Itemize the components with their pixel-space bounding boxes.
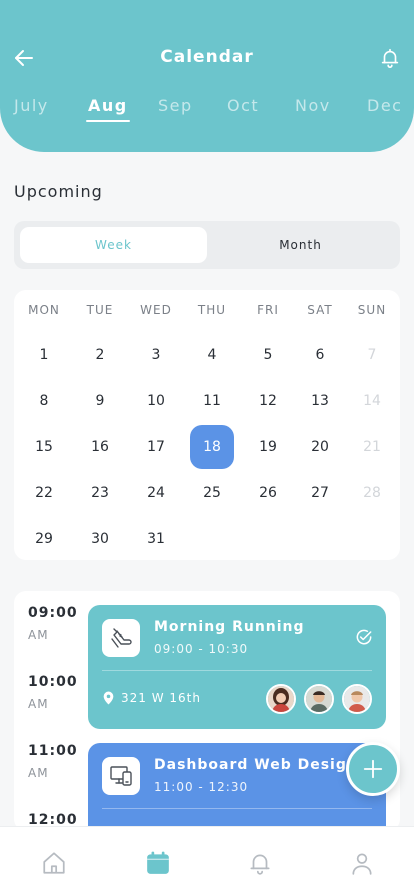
section-title: Upcoming bbox=[14, 182, 103, 201]
calendar-day[interactable]: 25 bbox=[190, 471, 234, 515]
event-title: Morning Running bbox=[154, 619, 305, 635]
profile-icon bbox=[352, 853, 372, 875]
bottom-nav bbox=[0, 826, 414, 896]
calendar-day[interactable]: 16 bbox=[78, 425, 122, 469]
event-card[interactable]: Morning Running 09:00 - 10:30 321 W 16th bbox=[88, 605, 386, 729]
check-circle-icon bbox=[356, 629, 372, 645]
event-location: 321 W 16th bbox=[102, 691, 201, 705]
event-icon-box bbox=[102, 619, 140, 657]
calendar-day[interactable]: 23 bbox=[78, 471, 122, 515]
event-card[interactable]: Dashboard Web Design 11:00 - 12:30 bbox=[88, 743, 386, 831]
time-label: 11:00 bbox=[28, 743, 78, 759]
calendar-day[interactable]: 31 bbox=[134, 517, 178, 561]
agenda: 09:00 AM 10:00 AM 11:00 AM 12:00 Morning… bbox=[14, 591, 400, 831]
add-event-button[interactable] bbox=[346, 742, 400, 796]
avatar[interactable] bbox=[266, 684, 296, 714]
calendar-day[interactable]: 13 bbox=[298, 379, 342, 423]
calendar-day[interactable]: 28 bbox=[350, 471, 394, 515]
devices-icon bbox=[110, 766, 132, 786]
nav-notifications[interactable] bbox=[244, 847, 276, 879]
nav-calendar[interactable] bbox=[142, 847, 174, 879]
calendar-day[interactable]: 17 bbox=[134, 425, 178, 469]
calendar-day[interactable]: 30 bbox=[78, 517, 122, 561]
notifications-button[interactable] bbox=[376, 44, 404, 72]
weekday-label: THU bbox=[197, 303, 227, 317]
bell-icon bbox=[250, 854, 270, 875]
calendar-day[interactable]: 6 bbox=[298, 333, 342, 377]
complete-button[interactable] bbox=[354, 627, 374, 651]
weekday-label: SAT bbox=[307, 303, 333, 317]
view-toggle: Week Month bbox=[14, 221, 400, 269]
tab-sep[interactable]: Sep bbox=[158, 96, 193, 115]
page-title: Calendar bbox=[160, 47, 254, 67]
event-icon-box bbox=[102, 757, 140, 795]
time-label: 10:00 bbox=[28, 674, 78, 690]
month-toggle-button[interactable]: Month bbox=[207, 227, 394, 263]
attendees bbox=[266, 684, 372, 714]
time-period: AM bbox=[28, 766, 49, 780]
weekday-label: FRI bbox=[257, 303, 279, 317]
calendar-day[interactable]: 18 bbox=[190, 425, 234, 469]
time-label: 09:00 bbox=[28, 605, 78, 621]
weekday-label: SUN bbox=[357, 303, 387, 317]
location-text: 321 W 16th bbox=[121, 691, 201, 705]
tab-nov[interactable]: Nov bbox=[295, 96, 331, 115]
home-icon bbox=[43, 852, 65, 874]
calendar-day[interactable]: 5 bbox=[246, 333, 290, 377]
calendar-icon bbox=[147, 851, 169, 874]
calendar-day[interactable]: 15 bbox=[22, 425, 66, 469]
weekday-label: WED bbox=[140, 303, 172, 317]
calendar-day[interactable]: 9 bbox=[78, 379, 122, 423]
tab-july[interactable]: July bbox=[14, 96, 49, 115]
calendar-day[interactable]: 26 bbox=[246, 471, 290, 515]
event-time: 11:00 - 12:30 bbox=[154, 780, 249, 794]
avatar[interactable] bbox=[342, 684, 372, 714]
tab-oct[interactable]: Oct bbox=[227, 96, 259, 115]
nav-profile[interactable] bbox=[346, 847, 378, 879]
calendar-day[interactable]: 1 bbox=[22, 333, 66, 377]
calendar-grid: MON TUE WED THU FRI SAT SUN 1 2 3 4 5 6 7 8 9 10 11 12 13 14… bbox=[14, 290, 400, 560]
calendar-day[interactable]: 12 bbox=[246, 379, 290, 423]
calendar-day[interactable]: 7 bbox=[350, 333, 394, 377]
tab-aug[interactable]: Aug bbox=[86, 96, 130, 122]
calendar-day[interactable]: 10 bbox=[134, 379, 178, 423]
location-pin-icon bbox=[103, 691, 114, 705]
calendar-day[interactable]: 27 bbox=[298, 471, 342, 515]
calendar-day[interactable]: 29 bbox=[22, 517, 66, 561]
calendar-day[interactable]: 2 bbox=[78, 333, 122, 377]
header: Calendar July Aug Sep Oct Nov Dec bbox=[0, 0, 414, 152]
avatar[interactable] bbox=[304, 684, 334, 714]
nav-home[interactable] bbox=[38, 847, 70, 879]
calendar-day[interactable]: 14 bbox=[350, 379, 394, 423]
bell-icon bbox=[381, 48, 399, 68]
running-shoe-icon bbox=[111, 628, 132, 648]
calendar-day[interactable]: 22 bbox=[22, 471, 66, 515]
calendar-day[interactable]: 24 bbox=[134, 471, 178, 515]
event-title: Dashboard Web Design bbox=[154, 757, 358, 773]
calendar-day[interactable]: 19 bbox=[246, 425, 290, 469]
divider bbox=[102, 808, 372, 809]
event-time: 09:00 - 10:30 bbox=[154, 642, 249, 656]
plus-icon bbox=[363, 759, 383, 779]
time-period: AM bbox=[28, 628, 49, 642]
month-tabs: July Aug Sep Oct Nov Dec bbox=[0, 96, 414, 126]
calendar-day[interactable]: 4 bbox=[190, 333, 234, 377]
divider bbox=[102, 670, 372, 671]
calendar-day[interactable]: 8 bbox=[22, 379, 66, 423]
tab-dec[interactable]: Dec bbox=[367, 96, 402, 115]
calendar-day[interactable]: 3 bbox=[134, 333, 178, 377]
calendar-day[interactable]: 11 bbox=[190, 379, 234, 423]
time-period: AM bbox=[28, 697, 49, 711]
weekday-label: MON bbox=[28, 303, 60, 317]
calendar-day[interactable]: 20 bbox=[298, 425, 342, 469]
weekday-label: TUE bbox=[86, 303, 114, 317]
week-toggle-button[interactable]: Week bbox=[20, 227, 207, 263]
calendar-day[interactable]: 21 bbox=[350, 425, 394, 469]
